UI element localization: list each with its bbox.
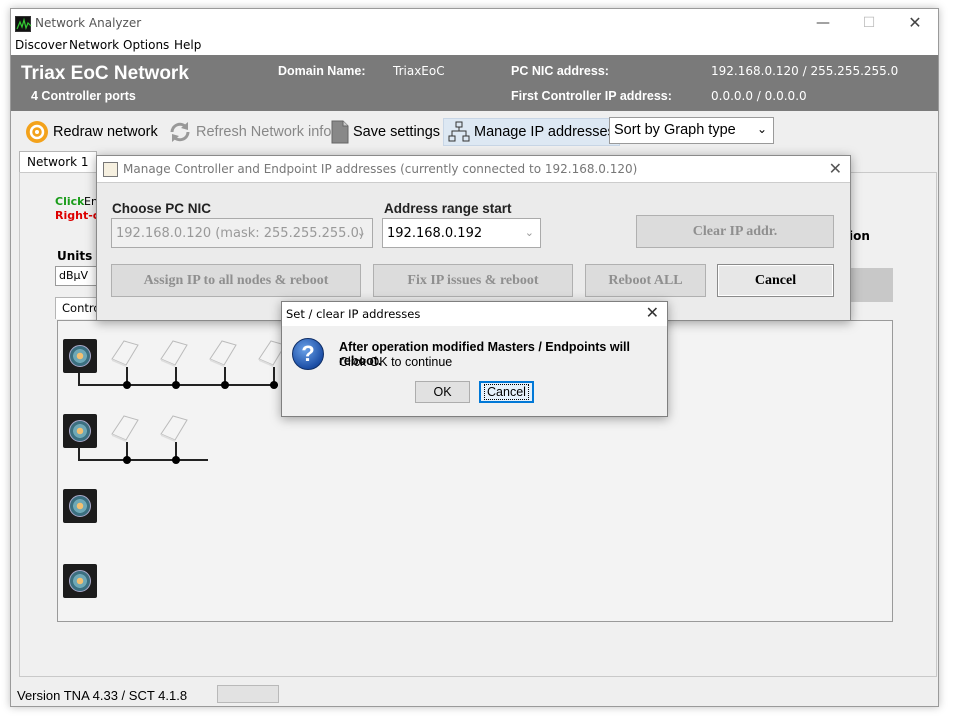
controller-port-icon [69, 345, 91, 367]
version-text: Version TNA 4.33 / SCT 4.1.8 [17, 688, 188, 703]
minimize-button[interactable]: — [800, 9, 846, 37]
range-start-label: Address range start [384, 201, 512, 216]
endpoint-icon[interactable] [208, 339, 238, 367]
junction-dot [123, 381, 131, 389]
controller-ports: 4 Controller ports [31, 89, 136, 103]
network-header: Triax EoC Network 4 Controller ports Dom… [11, 55, 938, 111]
menu-bar: Discover Network Options Help [11, 37, 938, 55]
window-title: Network Analyzer [35, 16, 142, 30]
tab-network-1[interactable]: Network 1 [19, 151, 97, 173]
controller-port-icon [69, 420, 91, 442]
chevron-down-icon: ⌄ [356, 226, 366, 239]
confirm-cancel-button[interactable]: Cancel [479, 381, 534, 403]
controller-icon[interactable] [63, 339, 97, 373]
confirm-cancel-label: Cancel [484, 384, 529, 400]
menu-network[interactable]: Network [69, 38, 119, 52]
close-icon[interactable]: ✕ [646, 303, 659, 322]
right-panel-label: ion [849, 229, 870, 243]
fix-ip-button[interactable]: Fix IP issues & reboot [373, 264, 573, 297]
endpoint-icon[interactable] [159, 339, 189, 367]
menu-help[interactable]: Help [174, 38, 201, 52]
question-icon: ? [292, 338, 324, 370]
redraw-network-button[interactable]: Redraw network [25, 118, 158, 146]
chevron-down-icon: ⌄ [756, 122, 767, 136]
refresh-icon [170, 122, 190, 142]
pc-nic-label: PC NIC address: [511, 64, 609, 78]
junction-dot [123, 456, 131, 464]
close-button[interactable]: ✕ [892, 9, 938, 37]
manage-ip-dialog-titlebar: Manage Controller and Endpoint IP addres… [97, 156, 850, 183]
confirm-dialog-title: Set / clear IP addresses [286, 307, 421, 321]
manage-ip-dialog: Manage Controller and Endpoint IP addres… [96, 155, 851, 321]
choose-nic-select[interactable]: 192.168.0.120 (mask: 255.255.255.0) ⌄ [111, 218, 373, 248]
manage-ip-label: Manage IP addresses [474, 124, 615, 140]
controller-port-icon [69, 495, 91, 517]
pc-nic-value: 192.168.0.120 / 255.255.255.0 [711, 64, 899, 78]
controller-icon[interactable] [63, 489, 97, 523]
hint-right-click: Right-c [55, 209, 100, 222]
junction-dot [270, 381, 278, 389]
choose-nic-label: Choose PC NIC [112, 201, 212, 216]
reboot-all-button[interactable]: Reboot ALL [585, 264, 706, 297]
refresh-network-button[interactable]: Refresh Network info [168, 118, 331, 146]
title-bar: Network Analyzer — ☐ ✕ [11, 9, 938, 37]
range-start-select[interactable]: 192.168.0.192 ⌄ [382, 218, 541, 248]
choose-nic-value: 192.168.0.120 (mask: 255.255.255.0) [116, 226, 364, 241]
refresh-network-label: Refresh Network info [196, 124, 332, 140]
network-title: Triax EoC Network [21, 63, 189, 84]
range-start-value: 192.168.0.192 [387, 226, 483, 241]
junction-dot [172, 381, 180, 389]
sort-select-value: Sort by Graph type [614, 122, 736, 138]
endpoint-icon[interactable] [110, 414, 140, 442]
endpoint-icon[interactable] [159, 414, 189, 442]
manage-ip-dialog-title: Manage Controller and Endpoint IP addres… [123, 162, 638, 176]
menu-options[interactable]: Options [123, 38, 169, 52]
domain-value: TriaxEoC [393, 64, 445, 78]
network-icon [448, 121, 470, 142]
manage-ip-button[interactable]: Manage IP addresses [443, 118, 620, 146]
controller-port-icon [69, 570, 91, 592]
toolbar: Redraw network Refresh Network info Save… [11, 115, 938, 149]
units-select[interactable]: dBµV [55, 266, 99, 286]
first-controller-value: 0.0.0.0 / 0.0.0.0 [711, 89, 807, 103]
assign-ip-button[interactable]: Assign IP to all nodes & reboot [111, 264, 361, 297]
confirm-dialog: Set / clear IP addresses ✕ ? After opera… [281, 301, 668, 417]
manage-cancel-button[interactable]: Cancel [717, 264, 834, 297]
controller-icon[interactable] [63, 414, 97, 448]
status-indicator [217, 685, 279, 703]
ok-button[interactable]: OK [415, 381, 470, 403]
redraw-network-label: Redraw network [53, 124, 158, 140]
document-icon [331, 120, 349, 144]
menu-discover[interactable]: Discover [15, 38, 67, 52]
status-bar: Version TNA 4.33 / SCT 4.1.8 [11, 683, 938, 706]
gear-icon [26, 121, 48, 143]
domain-label: Domain Name: [278, 64, 366, 78]
confirm-dialog-titlebar: Set / clear IP addresses ✕ [282, 302, 667, 326]
units-label: Units [57, 249, 93, 263]
endpoint-icon[interactable] [110, 339, 140, 367]
app-icon [15, 16, 32, 32]
close-icon[interactable]: ✕ [829, 159, 842, 178]
sort-select[interactable]: Sort by Graph type ⌄ [609, 117, 774, 144]
java-icon [103, 162, 118, 177]
maximize-button[interactable]: ☐ [846, 9, 892, 37]
junction-dot [221, 381, 229, 389]
save-settings-label: Save settings [353, 124, 441, 140]
confirm-message: Click OK to continue [339, 355, 453, 369]
controller-icon[interactable] [63, 564, 97, 598]
first-controller-label: First Controller IP address: [511, 89, 672, 103]
hint-click: Click [55, 195, 85, 208]
save-settings-button[interactable]: Save settings [331, 118, 440, 146]
bus-line [78, 459, 208, 461]
chevron-down-icon: ⌄ [524, 226, 534, 239]
junction-dot [172, 456, 180, 464]
clear-ip-button[interactable]: Clear IP addr. [636, 215, 834, 248]
